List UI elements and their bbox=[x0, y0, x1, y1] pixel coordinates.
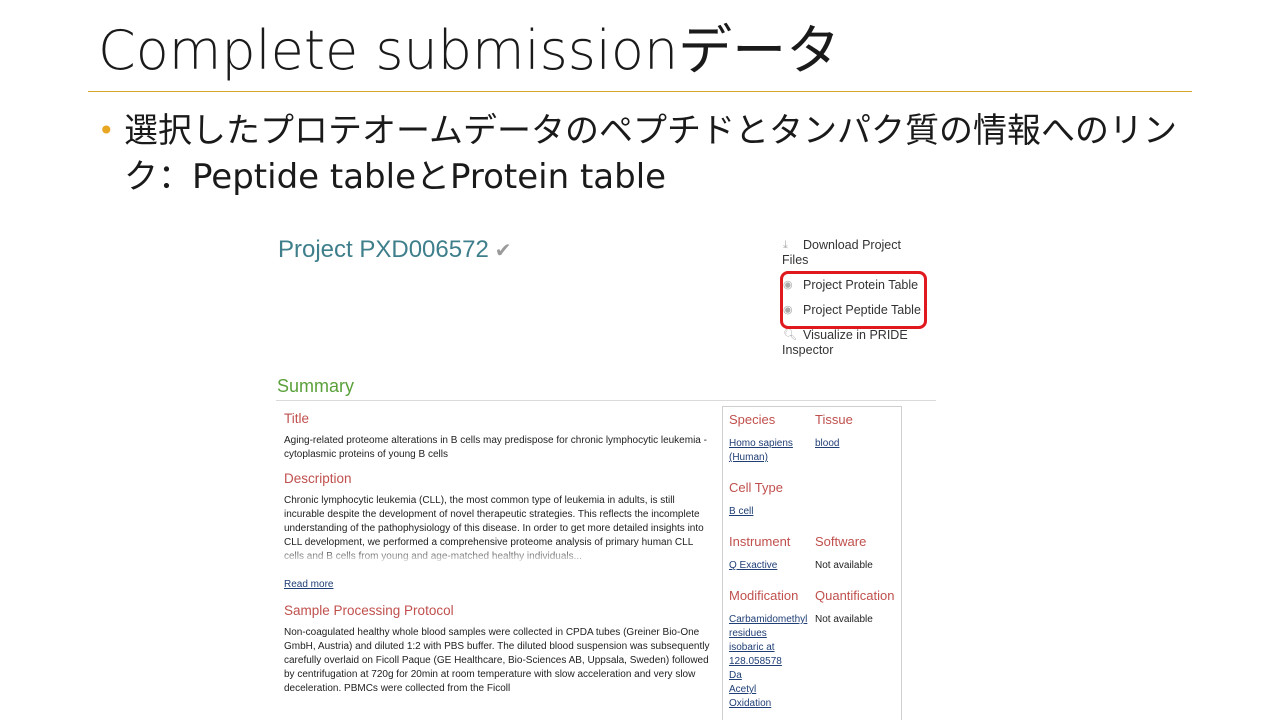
species-heading: Species bbox=[729, 412, 776, 427]
software-cell: Software Not available bbox=[815, 535, 901, 573]
sample-processing-text: Non-coagulated healthy whole blood sampl… bbox=[284, 627, 710, 694]
celltype-heading: Cell Type bbox=[729, 480, 783, 495]
quantification-cell: Quantification Not available bbox=[815, 589, 901, 711]
visualize-pride-inspector-link[interactable]: 🔍︎ Visualize in PRIDE Inspector bbox=[782, 328, 932, 358]
title-divider bbox=[88, 91, 1192, 92]
quantification-value: Not available bbox=[815, 614, 873, 625]
bullet-text: 選択したプロテオームデータのペプチドとタンパク質の情報へのリンク：Peptide… bbox=[124, 111, 1177, 197]
title-text: Aging-related proteome alterations in B … bbox=[284, 435, 707, 460]
summary-heading: Summary bbox=[277, 376, 355, 396]
tissue-cell: Tissue blood bbox=[815, 413, 901, 465]
download-icon: ⤓ bbox=[783, 239, 788, 251]
quantification-heading: Quantification bbox=[815, 588, 895, 603]
project-title: Project PXD006572 ✔ bbox=[278, 236, 512, 264]
summary-left-column: Title Aging-related proteome alterations… bbox=[284, 412, 710, 706]
species-value-1: Homo sapiens bbox=[729, 438, 793, 449]
celltype-link[interactable]: B cell bbox=[729, 506, 753, 517]
visualize-label-2: Inspector bbox=[782, 343, 834, 357]
mod-value: Carbamidomethyl bbox=[729, 614, 808, 625]
bullet-dot-icon: • bbox=[98, 114, 115, 147]
mod-value: residues bbox=[729, 628, 767, 639]
tissue-link[interactable]: blood bbox=[815, 438, 839, 449]
species-cell: Species Homo sapiens (Human) bbox=[729, 413, 815, 465]
mod-value: Da bbox=[729, 670, 742, 681]
visualize-label-1: Visualize in PRIDE bbox=[803, 328, 908, 342]
magnifier-icon: 🔍︎ bbox=[783, 329, 797, 341]
meta-row-modification: Modification Carbamidomethyl residues is… bbox=[729, 589, 901, 711]
sample-processing-heading: Sample Processing Protocol bbox=[284, 603, 454, 618]
instrument-link[interactable]: Q Exactive bbox=[729, 560, 777, 571]
description-text: Chronic lymphocytic leukemia (CLL), the … bbox=[284, 494, 710, 564]
checkmark-icon: ✔ bbox=[494, 240, 512, 262]
bullet-point: • 選択したプロテオームデータのペプチドとタンパク質の情報へのリンク：Pepti… bbox=[98, 108, 1188, 200]
meta-row-instrument: Instrument Q Exactive Software Not avail… bbox=[729, 535, 901, 573]
software-value: Not available bbox=[815, 560, 873, 571]
highlight-box bbox=[780, 271, 927, 329]
project-meta-box: Species Homo sapiens (Human) Tissue blood… bbox=[722, 406, 902, 720]
meta-row-celltype: Cell Type B cell bbox=[729, 481, 901, 519]
tissue-heading: Tissue bbox=[815, 412, 853, 427]
instrument-cell: Instrument Q Exactive bbox=[729, 535, 815, 573]
download-label-2: Files bbox=[782, 253, 809, 267]
pride-project-screenshot: Project PXD006572 ✔ ⤓ Download Project Fi… bbox=[272, 232, 940, 720]
mod-value: isobaric at bbox=[729, 642, 775, 653]
celltype-cell: Cell Type B cell bbox=[729, 481, 821, 519]
download-label-1: Download Project bbox=[803, 238, 901, 252]
mod-value: Acetyl bbox=[729, 684, 757, 695]
instrument-heading: Instrument bbox=[729, 534, 791, 549]
project-title-text: Project PXD006572 bbox=[278, 236, 489, 263]
modification-cell: Modification Carbamidomethyl residues is… bbox=[729, 589, 815, 711]
software-heading: Software bbox=[815, 534, 867, 549]
mod-value: 128.058578 bbox=[729, 656, 782, 667]
slide-title: Complete submissionデータ bbox=[98, 19, 841, 82]
species-link[interactable]: Homo sapiens (Human) bbox=[729, 438, 793, 463]
modification-link[interactable]: Carbamidomethyl residues isobaric at 128… bbox=[729, 614, 807, 709]
description-section-heading: Description bbox=[284, 471, 352, 486]
summary-divider bbox=[276, 400, 936, 401]
mod-value: Oxidation bbox=[729, 698, 772, 709]
read-more-link[interactable]: Read more bbox=[284, 578, 333, 592]
modification-heading: Modification bbox=[729, 588, 799, 603]
title-section-heading: Title bbox=[284, 411, 310, 426]
species-value-2: (Human) bbox=[729, 452, 768, 463]
meta-row-species: Species Homo sapiens (Human) Tissue blood bbox=[729, 413, 901, 465]
download-project-files-link[interactable]: ⤓ Download Project Files bbox=[782, 238, 932, 268]
